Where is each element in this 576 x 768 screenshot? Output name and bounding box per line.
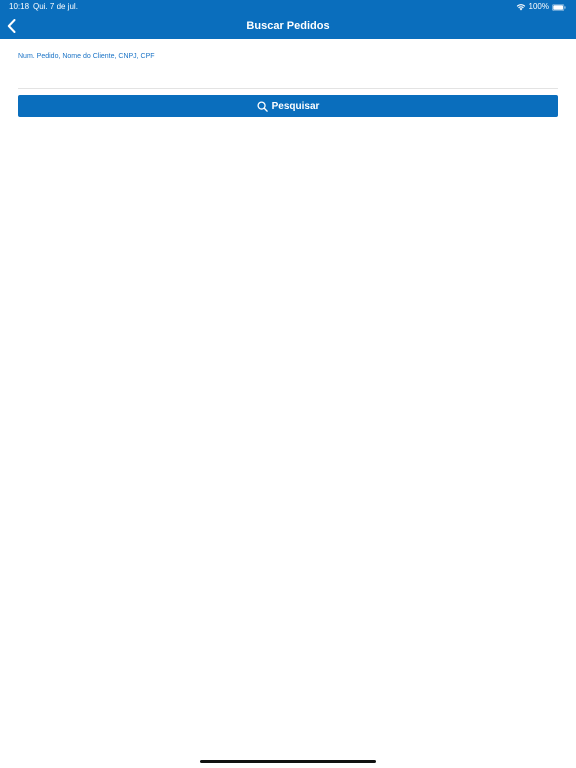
status-bar: 10:18 Qui. 7 de jul. 100%	[0, 0, 576, 14]
top-bar: 10:18 Qui. 7 de jul. 100% Buscar Pedidos	[0, 0, 576, 39]
search-button-label: Pesquisar	[271, 100, 320, 112]
battery-icon	[552, 3, 566, 11]
search-field-label: Num. Pedido, Nome do Cliente, CNPJ, CPF	[18, 53, 155, 60]
search-button[interactable]: Pesquisar	[18, 95, 558, 117]
wifi-icon	[516, 4, 525, 11]
search-input[interactable]	[18, 66, 558, 84]
search-icon	[257, 100, 268, 112]
search-field: Num. Pedido, Nome do Cliente, CNPJ, CPF	[18, 52, 558, 89]
home-indicator	[200, 760, 376, 763]
status-date: Qui. 7 de jul.	[33, 2, 78, 11]
status-indicators: 100%	[516, 0, 566, 14]
page-title: Buscar Pedidos	[246, 20, 330, 32]
status-time: 10:18	[9, 2, 30, 11]
battery-percent: 100%	[528, 2, 549, 11]
navigation-bar: Buscar Pedidos	[0, 14, 576, 39]
search-orders-screen: 10:18 Qui. 7 de jul. 100% Buscar Pedidos…	[0, 0, 576, 768]
